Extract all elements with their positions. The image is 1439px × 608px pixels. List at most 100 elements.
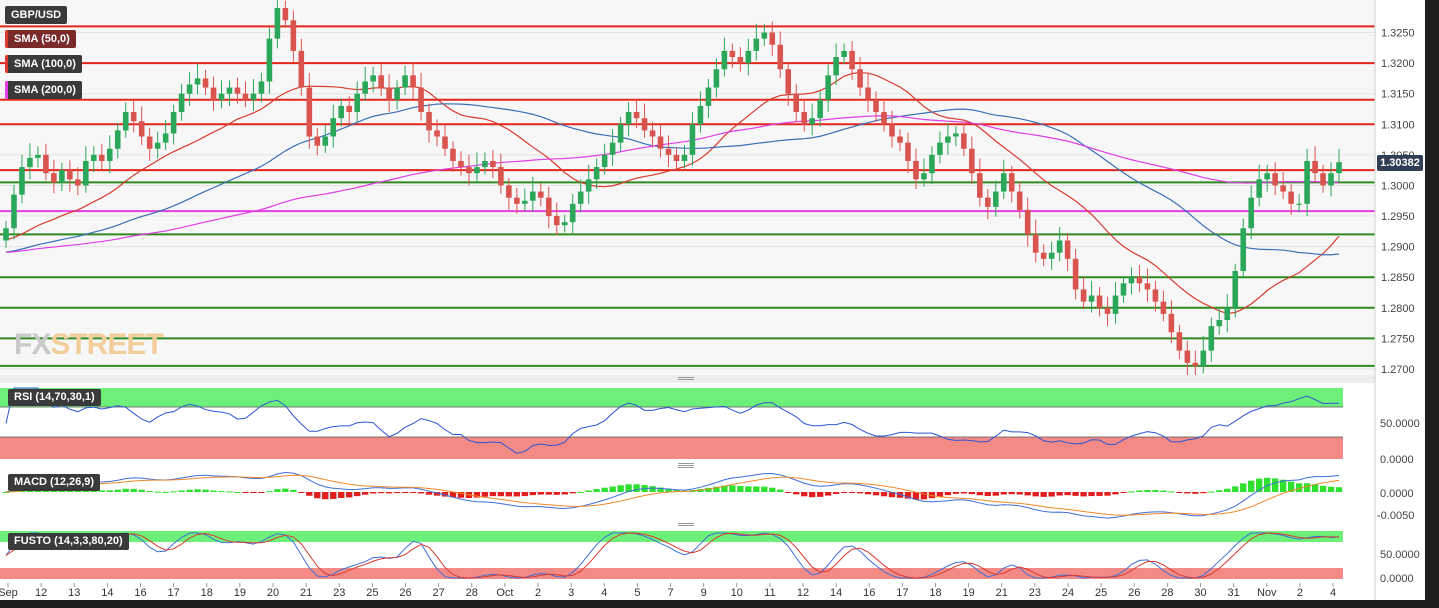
candle-body <box>889 124 895 137</box>
candle-body <box>3 228 9 241</box>
macd-hist-bar <box>1144 490 1151 492</box>
instrument-label[interactable]: GBP/USD <box>5 6 68 24</box>
macd-hist-bar <box>529 492 537 496</box>
candle-body <box>1176 332 1183 351</box>
sma100-label[interactable]: SMA (100,0) <box>5 55 82 73</box>
date-tick-label: 16 <box>134 587 146 599</box>
macd-hist-bar <box>354 492 361 497</box>
candle-body <box>817 99 823 119</box>
candle-body <box>458 160 464 168</box>
fusto-label[interactable]: FUSTO (14,3,3,80,20) <box>8 533 129 550</box>
candle-body <box>51 173 57 183</box>
candle-body <box>170 112 177 134</box>
candle-body <box>482 160 488 168</box>
candle-body <box>953 133 959 137</box>
last-price-tag: 1.30382 <box>1377 155 1423 171</box>
candle-body <box>593 167 600 180</box>
candle-body <box>977 173 983 198</box>
macd-hist-bar <box>314 492 321 499</box>
candle-body <box>434 130 440 137</box>
candle-body <box>697 105 704 125</box>
candle-body <box>43 154 49 174</box>
macd-hist-bar <box>1271 478 1279 492</box>
macd-hist-bar <box>250 492 257 494</box>
candle-body <box>506 185 512 198</box>
candle-body <box>1208 326 1215 351</box>
candle-body <box>490 160 496 168</box>
candle-body <box>210 87 217 100</box>
macd-hist-bar <box>1168 491 1175 493</box>
date-tick-label: 9 <box>701 587 707 599</box>
candle-body <box>1104 307 1111 314</box>
date-tick-label: 31 <box>1228 587 1240 599</box>
macd-hist-bar <box>1327 486 1335 492</box>
date-tick-label: 12 <box>35 587 47 599</box>
rsi-label[interactable]: RSI (14,70,30,1) <box>8 389 101 406</box>
pane-divider[interactable] <box>678 463 694 468</box>
date-tick-label: 23 <box>333 587 345 599</box>
macd-hist-bar <box>1176 492 1183 493</box>
macd-hist-bar <box>497 492 505 497</box>
candle-body <box>522 200 528 204</box>
macd-label[interactable]: MACD (12,26,9) <box>8 474 101 491</box>
macd-hist-bar <box>769 487 776 492</box>
pane-divider[interactable] <box>678 523 694 526</box>
candle-body <box>186 84 193 94</box>
sma50-label[interactable]: SMA (50,0) <box>5 30 76 48</box>
macd-hist-bar <box>1016 492 1023 495</box>
rsi-pane <box>0 383 1375 463</box>
date-tick-label: Sep <box>0 587 18 599</box>
candle-body <box>378 75 384 88</box>
candle-body <box>961 133 967 149</box>
macd-hist-bar <box>194 489 201 492</box>
candle-body <box>1160 301 1167 314</box>
candle-body <box>1336 162 1342 174</box>
date-tick-label: 3 <box>568 587 574 599</box>
pane-divider[interactable] <box>0 375 1375 383</box>
macd-hist-bar <box>385 492 393 494</box>
candle-body <box>1088 295 1095 302</box>
macd-hist-bar <box>122 488 129 492</box>
macd-hist-bar <box>1000 492 1007 495</box>
date-tick-label: 7 <box>667 587 673 599</box>
macd-hist-bar <box>1088 492 1095 497</box>
candle-body <box>250 93 257 100</box>
macd-hist-bar <box>960 492 968 494</box>
macd-hist-bar <box>561 492 568 495</box>
candle-body <box>67 170 73 180</box>
macd-hist-bar <box>1080 492 1087 497</box>
macd-hist-bar <box>1208 491 1215 493</box>
candle-body <box>705 87 712 106</box>
candle-body <box>1256 179 1262 198</box>
macd-hist-bar <box>338 492 345 498</box>
candle-body <box>1272 173 1278 186</box>
date-tick-label: 19 <box>963 587 975 599</box>
candle-body <box>633 112 640 119</box>
candle-body <box>514 197 520 204</box>
candle-body <box>154 142 161 149</box>
sma200-label[interactable]: SMA (200,0) <box>5 81 82 99</box>
date-tick-label: 21 <box>996 587 1008 599</box>
candle-body <box>1080 289 1087 302</box>
candle-body <box>314 136 321 146</box>
candle-body <box>1032 234 1039 253</box>
candle-body <box>777 44 784 70</box>
candle-body <box>913 160 919 180</box>
macd-hist-bar <box>162 491 169 493</box>
candle-body <box>721 50 728 70</box>
macd-hist-bar <box>840 492 848 493</box>
candle-body <box>1320 173 1326 186</box>
macd-hist-bar <box>154 491 161 493</box>
macd-hist-bar <box>1128 491 1135 493</box>
candle-body <box>258 81 265 94</box>
rsi-tick-0: 0.0000 <box>1380 454 1414 466</box>
candle-body <box>617 124 624 143</box>
macd-hist-bar <box>1032 492 1039 497</box>
candle-body <box>561 222 568 226</box>
macd-hist-bar <box>832 492 840 494</box>
fusto-pane <box>0 528 1375 583</box>
macd-hist-bar <box>1024 492 1031 496</box>
macd-hist-bar <box>521 492 529 497</box>
candle-body <box>801 112 807 125</box>
macd-hist-bar <box>553 492 560 495</box>
